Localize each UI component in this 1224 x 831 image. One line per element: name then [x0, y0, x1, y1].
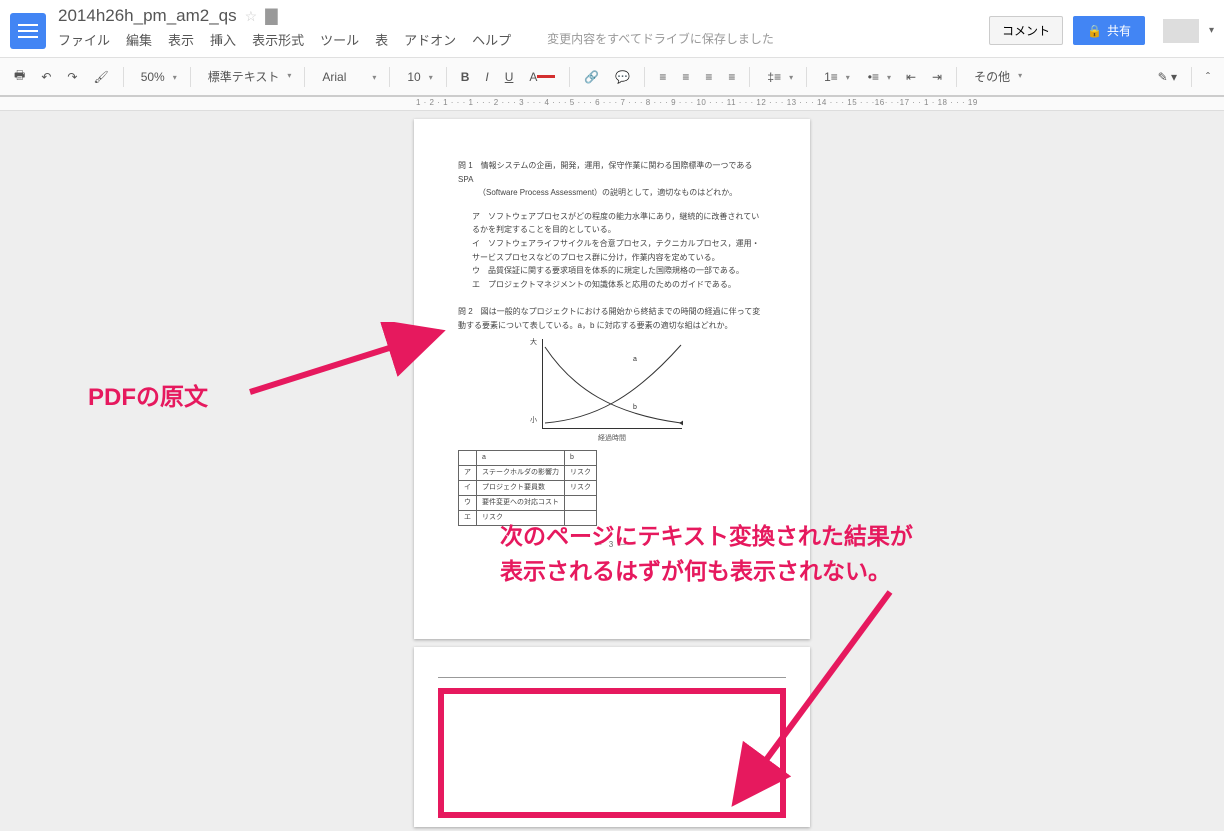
star-icon[interactable]: ☆: [245, 8, 258, 25]
toolbar: 🖶 ↶ ↷ 🖌 50% 標準テキスト Arial 10 B I U A 🔗 💬 …: [0, 57, 1224, 96]
page2-top-line: [438, 677, 786, 678]
docs-logo-icon[interactable]: [10, 13, 46, 49]
indent-increase-icon[interactable]: ⇥: [926, 66, 948, 88]
q2-heading: 問 2 図は一般的なプロジェクトにおける開始から終結までの時間の経過に伴って変動…: [458, 305, 766, 332]
chart: a b: [542, 339, 682, 429]
link-icon[interactable]: 🔗: [578, 66, 605, 88]
align-right-icon[interactable]: ≡: [699, 66, 718, 88]
menu-view[interactable]: 表示: [168, 30, 194, 49]
comment-button[interactable]: コメント: [989, 16, 1063, 45]
more-menu[interactable]: その他: [965, 64, 1027, 89]
text-color-icon[interactable]: A: [523, 66, 561, 88]
ruler[interactable]: 1 · 2 · 1 · · · 1 · · · 2 · · · 3 · · · …: [0, 97, 1224, 111]
menu-file[interactable]: ファイル: [58, 30, 110, 49]
comment-icon[interactable]: 💬: [609, 66, 636, 88]
svg-text:b: b: [633, 404, 637, 411]
undo-icon[interactable]: ↶: [35, 66, 57, 88]
line-spacing-icon[interactable]: ‡≡: [758, 66, 798, 88]
font-select[interactable]: Arial: [313, 66, 381, 88]
page-number: － 3 －: [458, 538, 766, 552]
paint-format-icon[interactable]: 🖌: [87, 66, 114, 88]
account-avatar[interactable]: [1163, 19, 1199, 43]
numbered-list-icon[interactable]: 1≡: [815, 66, 855, 88]
save-status: 変更内容をすべてドライブに保存しました: [547, 30, 774, 49]
answer-table: ab アステークホルダの影響力リスク イプロジェクト要員数リスク ウ要件変更への…: [458, 450, 597, 525]
q1-opt-a: ア ソフトウェアプロセスがどの程度の能力水準にあり，継続的に改善されているかを判…: [472, 210, 766, 237]
bold-icon[interactable]: B: [455, 66, 476, 88]
menu-table[interactable]: 表: [375, 30, 388, 49]
document-title[interactable]: 2014h26h_pm_am2_qs: [58, 6, 237, 26]
underline-icon[interactable]: U: [499, 66, 520, 88]
menu-format[interactable]: 表示形式: [252, 30, 304, 49]
style-select[interactable]: 標準テキスト: [199, 64, 297, 89]
print-icon[interactable]: 🖶: [8, 62, 31, 91]
page-1: 問 1 情報システムの企画，開発，運用，保守作業に関わる国際標準の一つである S…: [414, 119, 810, 639]
menu-tools[interactable]: ツール: [320, 30, 359, 49]
align-justify-icon[interactable]: ≡: [722, 66, 741, 88]
account-dropdown-icon[interactable]: ▾: [1209, 25, 1214, 36]
folder-icon[interactable]: ▇: [265, 6, 277, 26]
share-button[interactable]: 🔒共有: [1073, 16, 1145, 45]
q1-sub: （Software Process Assessment）の説明として，適切なも…: [458, 186, 766, 200]
zoom-select[interactable]: 50%: [132, 66, 182, 88]
indent-decrease-icon[interactable]: ⇤: [900, 66, 922, 88]
annotation-pdf-label: PDFの原文: [88, 377, 208, 412]
lock-icon: 🔒: [1087, 24, 1102, 38]
app-header: 2014h26h_pm_am2_qs ☆ ▇ ファイル 編集 表示 挿入 表示形…: [0, 0, 1224, 97]
empty-highlight-box: [438, 688, 786, 818]
chart-xlabel: 経過時間: [458, 433, 766, 445]
menubar: ファイル 編集 表示 挿入 表示形式 ツール 表 アドオン ヘルプ 変更内容をす…: [58, 26, 989, 55]
edit-mode-icon[interactable]: ✎ ▾: [1152, 66, 1183, 88]
redo-icon[interactable]: ↷: [61, 66, 83, 88]
menu-addons[interactable]: アドオン: [404, 30, 456, 49]
fontsize-select[interactable]: 10: [398, 66, 437, 88]
italic-icon[interactable]: I: [479, 66, 494, 88]
y-axis-top: 大: [530, 337, 537, 349]
q1-opt-i: イ ソフトウェアライフサイクルを合意プロセス，テクニカルプロセス，運用・サービス…: [472, 237, 766, 264]
svg-text:a: a: [633, 356, 637, 363]
menu-edit[interactable]: 編集: [126, 30, 152, 49]
q1-opt-e: エ プロジェクトマネジメントの知識体系と応用のためのガイドである。: [472, 278, 766, 292]
menu-help[interactable]: ヘルプ: [472, 30, 511, 49]
titlebar: 2014h26h_pm_am2_qs ☆ ▇ ファイル 編集 表示 挿入 表示形…: [0, 0, 1224, 57]
q1-heading: 問 1 情報システムの企画，開発，運用，保守作業に関わる国際標準の一つである S…: [458, 159, 766, 186]
document-canvas[interactable]: 1 · 2 · 1 · · · 1 · · · 2 · · · 3 · · · …: [0, 97, 1224, 831]
align-left-icon[interactable]: ≡: [653, 66, 672, 88]
chevron-up-icon[interactable]: ˆ: [1200, 66, 1216, 88]
menu-insert[interactable]: 挿入: [210, 30, 236, 49]
y-axis-bottom: 小: [530, 415, 537, 427]
q1-opt-u: ウ 品質保証に関する要求項目を体系的に規定した国際規格の一部である。: [472, 264, 766, 278]
bulleted-list-icon[interactable]: •≡: [859, 66, 896, 88]
align-center-icon[interactable]: ≡: [676, 66, 695, 88]
page-2: [414, 647, 810, 827]
